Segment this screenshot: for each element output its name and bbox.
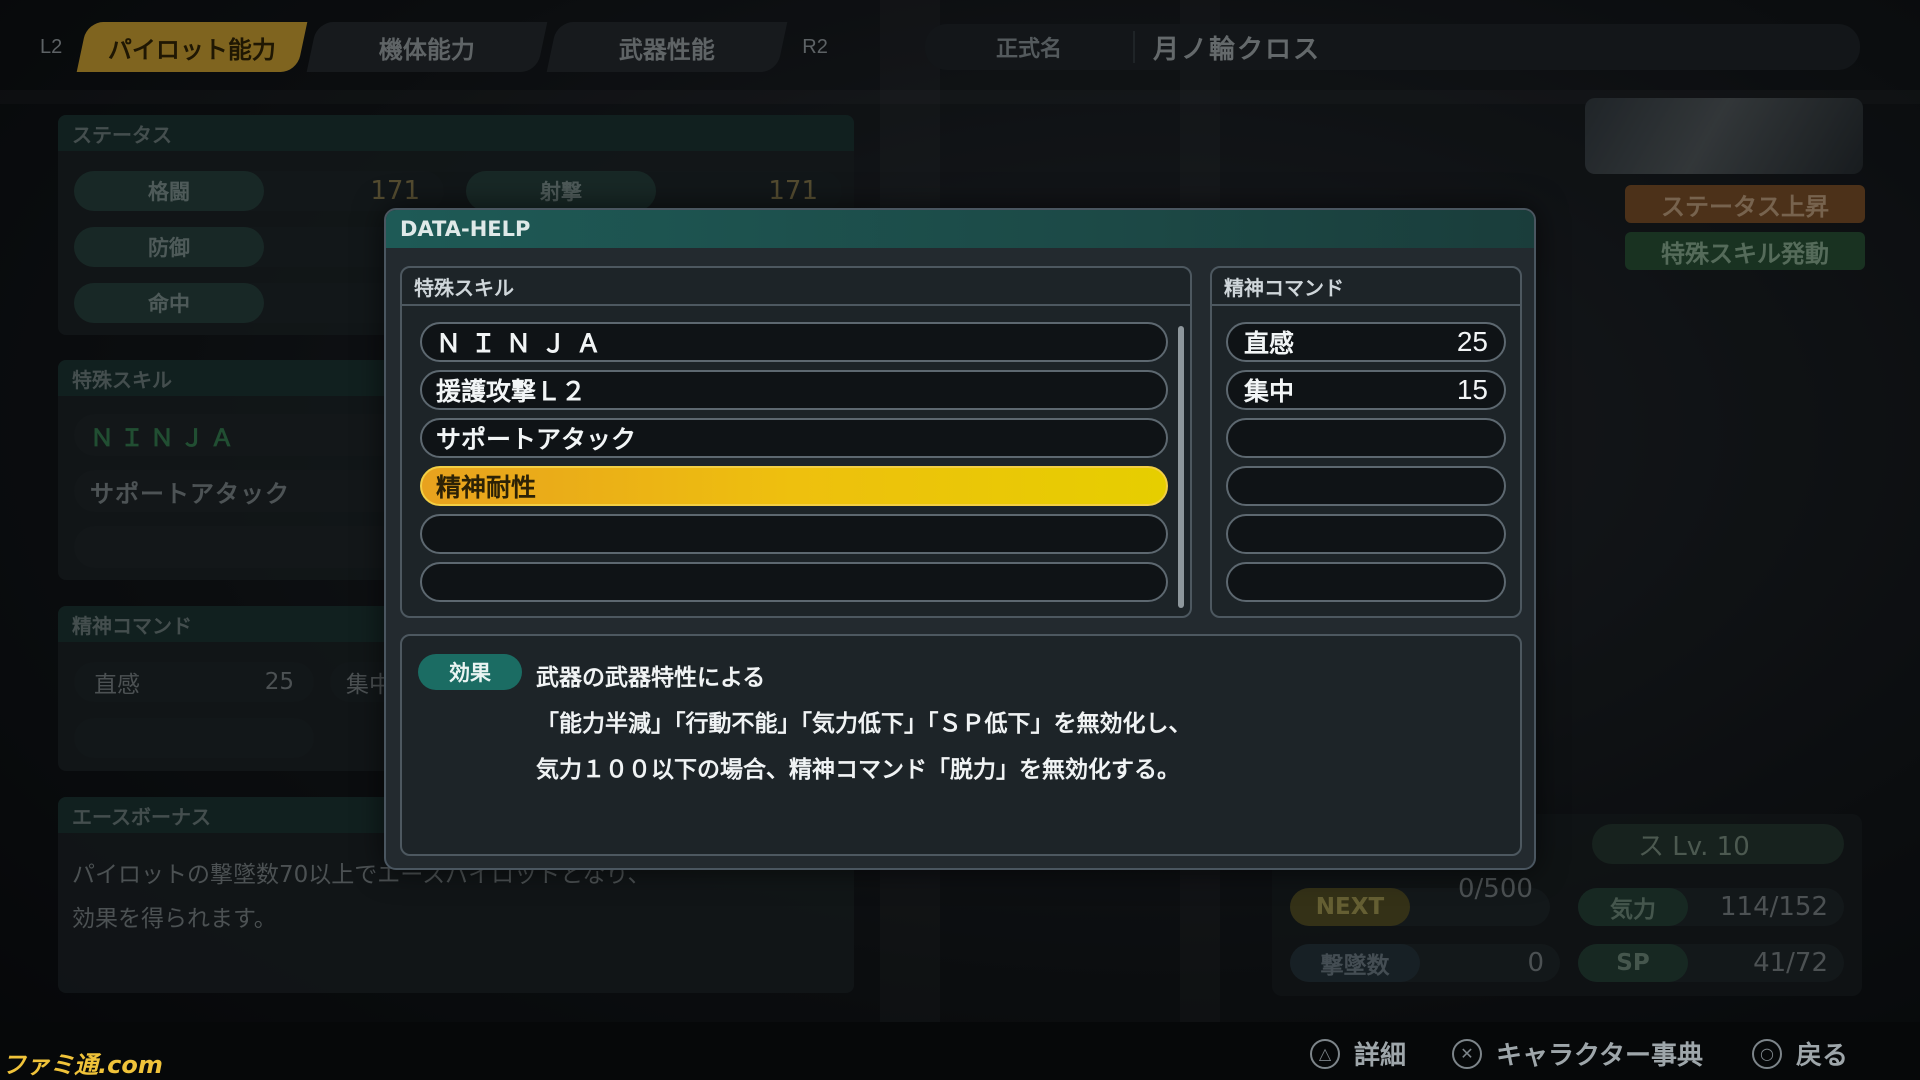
spirit-cost: 25 <box>1456 326 1488 357</box>
detail-button-hint[interactable]: △ 詳細 <box>1310 1035 1406 1072</box>
skill-slot[interactable]: 援護攻撃Ｌ２ <box>420 370 1168 410</box>
skill-name: ＮＩＮＪＡ <box>436 329 612 358</box>
stat-row: 格闘 171 <box>74 171 444 211</box>
spirit-slot-empty[interactable] <box>1226 562 1506 602</box>
back-button-hint[interactable]: ○ 戻る <box>1752 1035 1848 1072</box>
triangle-icon: △ <box>1310 1038 1340 1069</box>
tab-label: 武器性能 <box>619 35 716 64</box>
next-exp-row: NEXT 0/500 <box>1290 874 1550 926</box>
skill-name: 援護攻撃Ｌ２ <box>436 377 587 406</box>
kills-row: 撃墜数 0 <box>1290 944 1560 982</box>
spirit-name: 集中 <box>1244 377 1295 406</box>
panel-title: ステータス <box>58 115 854 151</box>
will-value: 114/152 <box>1719 892 1828 922</box>
character-dictionary-button-hint[interactable]: ✕ キャラクター事典 <box>1452 1035 1703 1072</box>
modal-title: DATA-HELP <box>386 210 1534 248</box>
next-value: 0/500 <box>1458 874 1533 904</box>
skill-slot[interactable]: サポートアタック <box>420 418 1168 458</box>
footer-label: キャラクター事典 <box>1496 1041 1703 1071</box>
special-skill-trigger-button[interactable]: 特殊スキル発動 <box>1625 232 1865 270</box>
official-name-value: 月ノ輪クロス <box>1153 34 1322 65</box>
stat-label: 防御 <box>74 227 264 267</box>
spirit-name: 直感 <box>1244 329 1295 358</box>
top-tab-bar: L2 パイロット能力 機体能力 武器性能 R2 <box>30 22 838 72</box>
spirit-slot[interactable]: 集中 15 <box>1226 370 1506 410</box>
spirit-slot-empty[interactable] <box>1226 466 1506 506</box>
button-guide-footer: △ 詳細 ✕ キャラクター事典 ○ 戻る ファミ通.com <box>0 1022 1920 1080</box>
r2-button-hint[interactable]: R2 <box>792 36 838 59</box>
spirit-cost: 25 <box>264 669 294 695</box>
stat-row: 射撃 171 <box>466 171 842 211</box>
spirit-slot-empty[interactable] <box>1226 514 1506 554</box>
tab-unit-ability[interactable]: 機体能力 <box>306 22 548 72</box>
tab-weapon-performance[interactable]: 武器性能 <box>546 22 788 72</box>
skill-name: 精神耐性 <box>436 473 537 502</box>
tab-label: 機体能力 <box>379 35 476 64</box>
l2-button-hint[interactable]: L2 <box>30 36 72 59</box>
sp-value: 41/72 <box>1753 948 1828 978</box>
official-name-bar: 正式名 月ノ輪クロス <box>925 24 1860 70</box>
spirit-slot[interactable]: 直感 25 <box>1226 322 1506 362</box>
ace-line: 効果を得られます。 <box>72 906 277 932</box>
stat-value: 171 <box>768 176 818 206</box>
spirit-item: 直感 25 <box>74 662 314 702</box>
kills-value: 0 <box>1527 948 1544 978</box>
footer-label: 詳細 <box>1354 1041 1407 1071</box>
status-up-button[interactable]: ステータス上昇 <box>1625 185 1865 223</box>
skill-item: ＮＩＮＪＡ <box>74 414 404 456</box>
spirit-item-empty <box>74 718 314 758</box>
skill-slot-empty[interactable] <box>420 562 1168 602</box>
official-name-label: 正式名 <box>925 31 1135 63</box>
effect-text-line: 武器の武器特性による <box>536 665 766 691</box>
spirit-command-panel: 精神コマンド 直感 25 集中 15 <box>1210 266 1522 618</box>
stat-label: 格闘 <box>74 171 264 211</box>
unit-thumbnail <box>1585 98 1863 174</box>
skill-slot-selected[interactable]: 精神耐性 <box>420 466 1168 506</box>
effect-text-line: 「能力半減」「行動不能」「気力低下」「ＳＰ低下」を無効化し、 <box>536 711 1192 737</box>
skill-item-empty <box>74 526 404 568</box>
skill-item: サポートアタック <box>74 470 404 512</box>
tab-label: パイロット能力 <box>108 35 277 64</box>
spirit-command-header: 精神コマンド <box>1212 268 1520 306</box>
stat-label: 射撃 <box>466 171 656 211</box>
sp-label: SP <box>1578 944 1688 982</box>
spirit-slot-empty[interactable] <box>1226 418 1506 458</box>
stat-label: 命中 <box>74 283 264 323</box>
spirit-cost: 15 <box>1456 374 1488 405</box>
effect-text-line: 気力１００以下の場合、精神コマンド「脱力」を無効化する。 <box>536 757 1180 783</box>
skill-slot[interactable]: ＮＩＮＪＡ <box>420 322 1168 362</box>
special-skill-header: 特殊スキル <box>402 268 1190 306</box>
sp-row: SP 41/72 <box>1578 944 1844 982</box>
pilot-level: ス Lv. 10 <box>1592 824 1844 864</box>
data-help-modal: DATA-HELP 特殊スキル ＮＩＮＪＡ 援護攻撃Ｌ２ サポートアタック 精神… <box>384 208 1536 870</box>
circle-icon: ○ <box>1752 1038 1782 1069</box>
kills-label: 撃墜数 <box>1290 944 1420 982</box>
footer-label: 戻る <box>1796 1041 1849 1071</box>
tab-pilot-ability[interactable]: パイロット能力 <box>76 22 308 72</box>
stat-value: 171 <box>370 176 420 206</box>
will-label: 気力 <box>1578 888 1688 926</box>
famitsu-watermark: ファミ通.com <box>2 1051 163 1079</box>
effect-description-panel: 効果 武器の武器特性による 「能力半減」「行動不能」「気力低下」「ＳＰ低下」を無… <box>400 634 1522 856</box>
effect-badge: 効果 <box>418 654 522 690</box>
cross-icon: ✕ <box>1452 1038 1482 1069</box>
spirit-name: 直感 <box>94 672 140 698</box>
skill-list-scrollbar[interactable] <box>1178 326 1184 608</box>
skill-slot-empty[interactable] <box>420 514 1168 554</box>
next-label: NEXT <box>1290 888 1410 926</box>
special-skill-panel: 特殊スキル ＮＩＮＪＡ 援護攻撃Ｌ２ サポートアタック 精神耐性 <box>400 266 1192 618</box>
will-row: 気力 114/152 <box>1578 888 1844 926</box>
skill-name: サポートアタック <box>436 425 637 454</box>
